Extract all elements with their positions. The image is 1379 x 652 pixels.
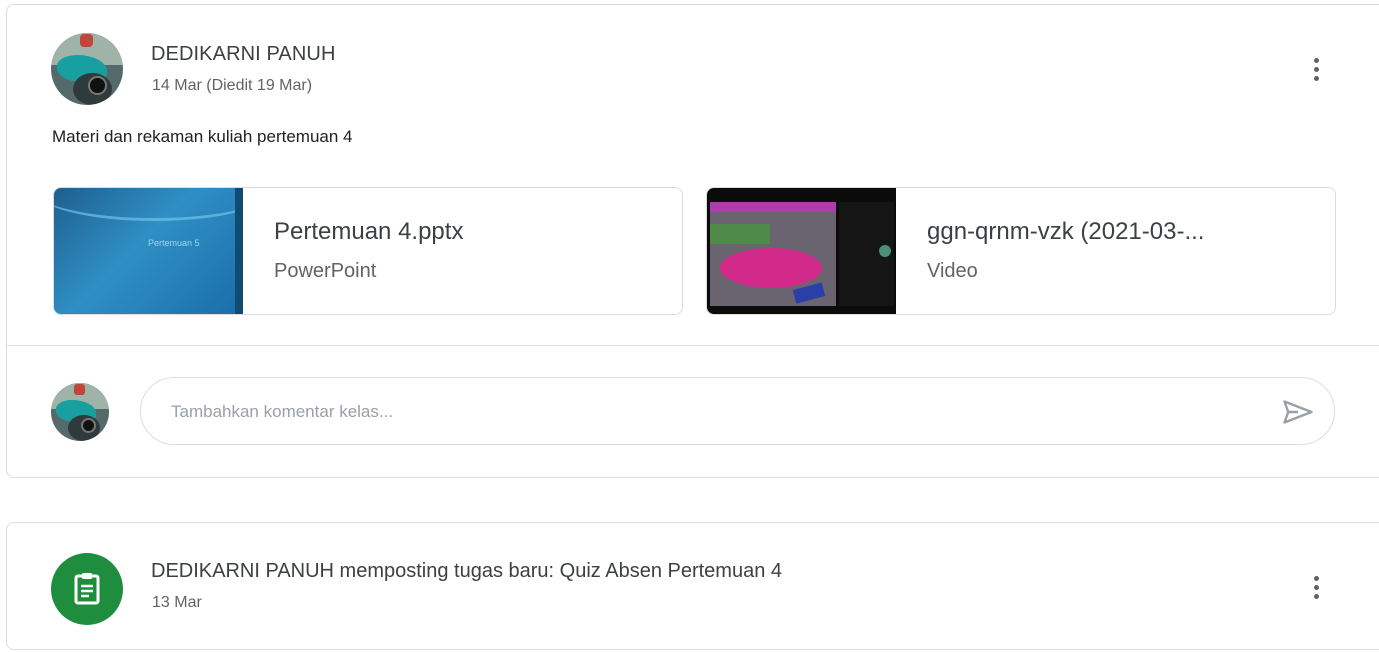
post-text: Materi dan rekaman kuliah pertemuan 4: [52, 127, 353, 146]
author-avatar[interactable]: [51, 33, 123, 105]
video-thumbnail: [707, 188, 896, 314]
announcement-card: DEDIKARNI PANUH 14 Mar (Diedit 19 Mar) M…: [6, 4, 1379, 478]
attachment-video[interactable]: ggn-qrnm-vzk (2021-03-... Video: [706, 187, 1336, 315]
attachment-powerpoint[interactable]: Pertemuan 5 Pertemuan 4.pptx PowerPoint: [53, 187, 683, 315]
user-avatar: [51, 383, 109, 441]
more-vert-icon[interactable]: [1304, 51, 1328, 87]
attachment-type: PowerPoint: [274, 260, 377, 282]
post-date[interactable]: 14 Mar (Diedit 19 Mar): [152, 77, 312, 95]
thumbnail-slide-title: Pertemuan 5: [148, 238, 200, 248]
attachment-title: ggn-qrnm-vzk (2021-03-...: [927, 218, 1205, 245]
attachment-type: Video: [927, 260, 978, 282]
divider: [7, 345, 1379, 346]
comment-input[interactable]: [169, 396, 1233, 428]
assignment-title[interactable]: DEDIKARNI PANUH memposting tugas baru: Q…: [151, 560, 782, 583]
attachment-title: Pertemuan 4.pptx: [274, 218, 464, 245]
more-vert-icon[interactable]: [1304, 569, 1328, 605]
post-author[interactable]: DEDIKARNI PANUH: [151, 43, 336, 66]
send-icon[interactable]: [1280, 394, 1316, 430]
assignment-date: 13 Mar: [152, 594, 202, 611]
comment-box[interactable]: [140, 377, 1335, 445]
powerpoint-thumbnail: Pertemuan 5: [54, 188, 243, 314]
assignment-icon: [51, 553, 123, 625]
assignment-card[interactable]: DEDIKARNI PANUH memposting tugas baru: Q…: [6, 522, 1379, 650]
